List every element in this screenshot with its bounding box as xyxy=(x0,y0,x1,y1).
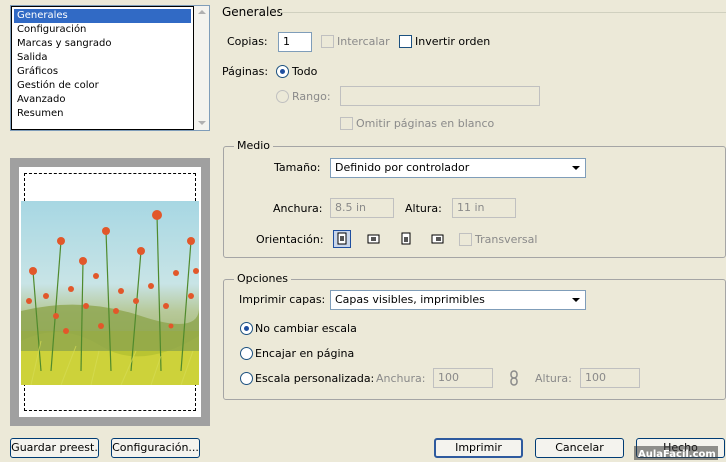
size-select[interactable]: Definido por controlador xyxy=(330,158,586,178)
options-legend: Opciones xyxy=(234,272,291,285)
category-item-salida[interactable]: Salida xyxy=(14,51,48,65)
category-item-resumen[interactable]: Resumen xyxy=(14,107,63,121)
pages-label: Páginas: xyxy=(222,65,269,78)
fit-page-radio[interactable] xyxy=(240,347,253,360)
category-item-marcas[interactable]: Marcas y sangrado xyxy=(14,37,112,51)
orientation-label: Orientación: xyxy=(256,233,324,246)
custom-scale-label: Escala personalizada: xyxy=(255,372,375,385)
media-width-input[interactable]: 8.5 in xyxy=(330,198,394,218)
media-legend: Medio xyxy=(234,139,274,152)
pages-range-label: Rango: xyxy=(292,90,331,103)
no-scale-radio[interactable] xyxy=(240,322,253,335)
skip-blank-label: Omitir páginas en blanco xyxy=(356,117,495,130)
category-item-avanzado[interactable]: Avanzado xyxy=(14,93,65,107)
reverse-order-checkbox[interactable] xyxy=(399,35,412,48)
custom-height-input[interactable]: 100 xyxy=(580,368,640,388)
reverse-portrait-icon[interactable] xyxy=(397,230,415,248)
media-height-label: Altura: xyxy=(405,202,442,215)
skip-blank-checkbox[interactable] xyxy=(340,117,353,130)
transverse-label: Transversal xyxy=(475,233,538,246)
copies-input[interactable]: 1 xyxy=(278,32,312,52)
media-height-input[interactable]: 11 in xyxy=(452,198,516,218)
save-preset-button[interactable]: Guardar preest. xyxy=(10,438,99,458)
scroll-down-icon[interactable] xyxy=(198,121,206,125)
fit-page-label: Encajar en página xyxy=(255,347,355,360)
category-item-graficos[interactable]: Gráficos xyxy=(14,65,58,79)
preview-image xyxy=(21,201,199,385)
chevron-down-icon xyxy=(572,166,580,170)
category-item-gestion-color[interactable]: Gestión de color xyxy=(14,79,99,93)
portrait-icon[interactable] xyxy=(333,230,351,248)
link-chain-icon[interactable] xyxy=(509,370,519,386)
pages-range-radio[interactable] xyxy=(276,90,289,103)
svg-text:AulaFacil.com: AulaFacil.com xyxy=(638,449,716,460)
custom-scale-radio[interactable] xyxy=(240,372,253,385)
preview-paper xyxy=(19,167,201,417)
reverse-landscape-icon[interactable] xyxy=(429,230,447,248)
chevron-down-icon xyxy=(572,298,580,302)
no-scale-label: No cambiar escala xyxy=(255,322,357,335)
custom-width-input[interactable]: 100 xyxy=(433,368,493,388)
copies-label: Copias: xyxy=(227,35,268,48)
scroll-up-icon[interactable] xyxy=(198,10,206,14)
watermark-logo: AulaFacil.com xyxy=(634,446,718,460)
section-title: Generales xyxy=(222,5,283,19)
print-layers-value: Capas visibles, imprimibles xyxy=(335,293,485,306)
size-label: Tamaño: xyxy=(274,161,321,174)
custom-width-label: Anchura: xyxy=(376,372,426,385)
collate-checkbox[interactable] xyxy=(321,35,334,48)
print-layers-select[interactable]: Capas visibles, imprimibles xyxy=(330,290,586,310)
print-button[interactable]: Imprimir xyxy=(434,438,523,458)
pages-range-input[interactable] xyxy=(340,86,540,106)
print-preview xyxy=(10,158,210,426)
collate-label: Intercalar xyxy=(337,35,390,48)
category-item-generales[interactable]: Generales xyxy=(14,9,191,23)
pages-all-radio[interactable] xyxy=(276,65,289,78)
setup-button[interactable]: Configuración... xyxy=(111,438,200,458)
custom-height-label: Altura: xyxy=(535,372,572,385)
category-item-configuracion[interactable]: Configuración xyxy=(14,23,86,37)
cancel-button[interactable]: Cancelar xyxy=(535,438,624,458)
transverse-checkbox[interactable] xyxy=(459,233,472,246)
landscape-icon[interactable] xyxy=(365,230,383,248)
size-select-value: Definido por controlador xyxy=(335,161,470,174)
category-list[interactable]: Generales Configuración Marcas y sangrad… xyxy=(10,5,210,131)
print-layers-label: Imprimir capas: xyxy=(239,293,326,306)
reverse-order-label: Invertir orden xyxy=(415,35,491,48)
list-scrollbar[interactable] xyxy=(194,6,209,130)
title-separator xyxy=(280,12,726,13)
pages-all-label: Todo xyxy=(292,65,318,78)
media-width-label: Anchura: xyxy=(273,202,323,215)
